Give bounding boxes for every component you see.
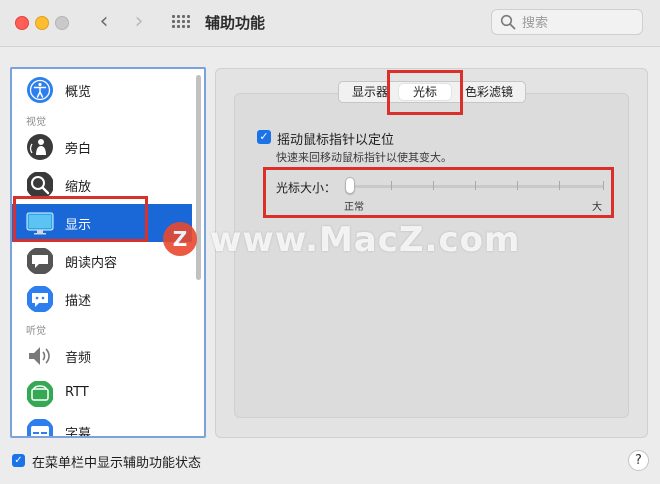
show-in-menubar-checkbox[interactable]: ✓ — [12, 454, 25, 467]
sidebar-item-label: 概览 — [65, 85, 92, 100]
sidebar-section-hearing: 听觉 — [26, 326, 46, 337]
sidebar-item-overview[interactable]: 概览 — [12, 71, 192, 109]
sidebar-section-vision: 视觉 — [26, 117, 46, 128]
highlight-frame-cursor-tab — [387, 70, 463, 115]
sidebar-item-label: 描述 — [65, 294, 92, 309]
highlight-frame-display — [13, 196, 148, 242]
tab-color-filters[interactable]: 色彩滤镜 — [457, 84, 521, 100]
description-icon — [27, 286, 53, 312]
zoom-button[interactable] — [55, 16, 69, 30]
watermark-text: www.MacZ.com — [210, 220, 521, 260]
help-button[interactable]: ? — [628, 450, 649, 471]
sidebar-item-label: RTT — [65, 385, 89, 400]
shake-to-locate-checkbox[interactable]: ✓ — [257, 130, 271, 144]
sidebar-item-label: 字幕 — [65, 427, 92, 438]
speech-icon — [27, 248, 53, 274]
highlight-frame-cursor-size — [263, 167, 614, 218]
sidebar-item-rtt[interactable]: RTT — [12, 375, 192, 413]
shake-to-locate-label: 摇动鼠标指针以定位 — [277, 133, 395, 148]
sidebar-item-label: 朗读内容 — [65, 256, 118, 271]
sidebar-scrollbar[interactable] — [196, 75, 201, 280]
zoom-icon — [27, 172, 53, 198]
sidebar-item-label: 旁白 — [65, 142, 92, 157]
search-field[interactable] — [491, 9, 643, 35]
shake-to-locate-description: 快速来回移动鼠标指针以使其变大。 — [276, 151, 452, 164]
show-all-grid-icon[interactable] — [172, 15, 190, 30]
sidebar-item-audio[interactable]: 音频 — [12, 337, 192, 375]
rtt-icon — [27, 381, 53, 407]
accessibility-icon — [27, 77, 53, 103]
search-icon — [500, 14, 516, 30]
title-bar: ‹ › 辅助功能 — [0, 0, 660, 47]
sidebar-item-label: 缩放 — [65, 180, 92, 195]
watermark-logo-icon: Z — [163, 222, 197, 256]
back-button[interactable]: ‹ — [92, 9, 116, 35]
sidebar-item-label: 音频 — [65, 351, 92, 366]
sidebar-item-descriptions[interactable]: 描述 — [12, 280, 192, 318]
chevron-right-icon: › — [134, 9, 144, 34]
forward-button[interactable]: › — [127, 9, 151, 35]
captions-icon — [27, 419, 53, 436]
sidebar-item-voiceover[interactable]: 旁白 — [12, 128, 192, 166]
show-in-menubar-label: 在菜单栏中显示辅助功能状态 — [32, 456, 202, 471]
minimize-button[interactable] — [35, 16, 49, 30]
chevron-left-icon: ‹ — [99, 9, 109, 34]
voiceover-icon — [27, 134, 53, 160]
speaker-icon — [29, 347, 50, 365]
window-title: 辅助功能 — [205, 14, 266, 32]
search-input[interactable] — [520, 13, 634, 33]
sidebar-item-captions[interactable]: 字幕 — [12, 413, 192, 438]
close-button[interactable] — [15, 16, 29, 30]
